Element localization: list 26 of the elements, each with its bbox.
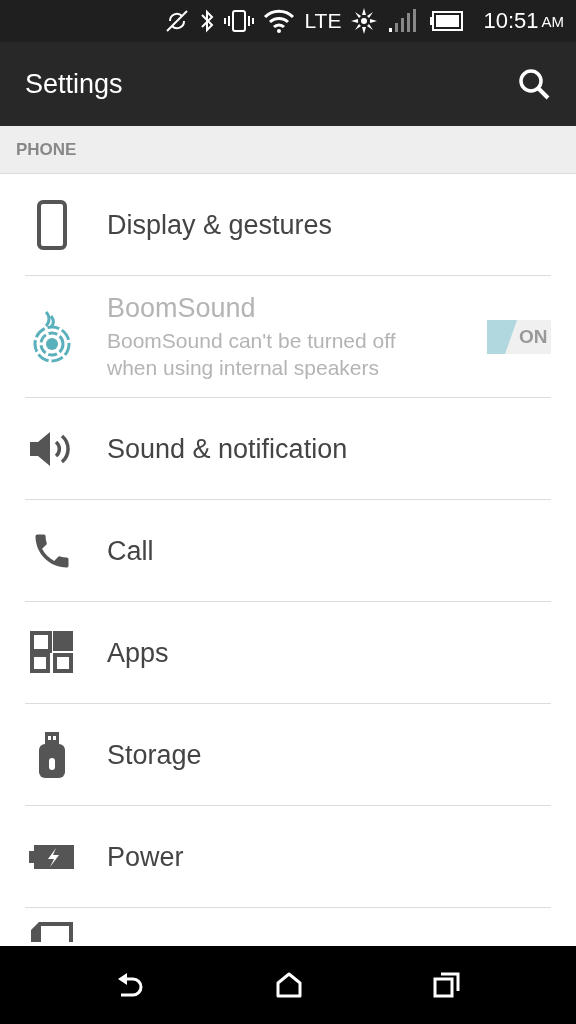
- item-summary: BoomSound can't be turned off when using internal speakers: [107, 328, 397, 381]
- section-title: PHONE: [16, 139, 77, 160]
- item-title: Sound & notification: [107, 433, 349, 465]
- sync-off-icon: [164, 8, 191, 34]
- vibrate-icon: [224, 8, 255, 34]
- search-icon[interactable]: [517, 67, 551, 101]
- item-title: Call: [107, 535, 155, 567]
- am-pm: AM: [541, 12, 564, 30]
- item-title: BoomSound: [107, 293, 257, 325]
- item-title: Power: [107, 841, 185, 873]
- speaker-rings-icon: [32, 310, 72, 364]
- bluetooth-icon: [199, 8, 216, 34]
- signal-icon: [387, 8, 418, 34]
- item-title: Apps: [107, 637, 170, 669]
- grid-icon: [30, 631, 74, 675]
- clock: 10:51: [483, 8, 539, 34]
- battery-bolt-icon: [29, 843, 75, 871]
- item-title: Storage: [107, 739, 203, 771]
- usb-stick-icon: [37, 730, 67, 780]
- item-title: Display & gestures: [107, 209, 334, 241]
- network-type: LTE: [304, 9, 342, 33]
- wifi-icon: [263, 8, 296, 34]
- phone-icon: [37, 200, 67, 250]
- app-title: Settings: [25, 68, 123, 100]
- home-icon[interactable]: [275, 971, 303, 999]
- recents-icon[interactable]: [433, 971, 461, 999]
